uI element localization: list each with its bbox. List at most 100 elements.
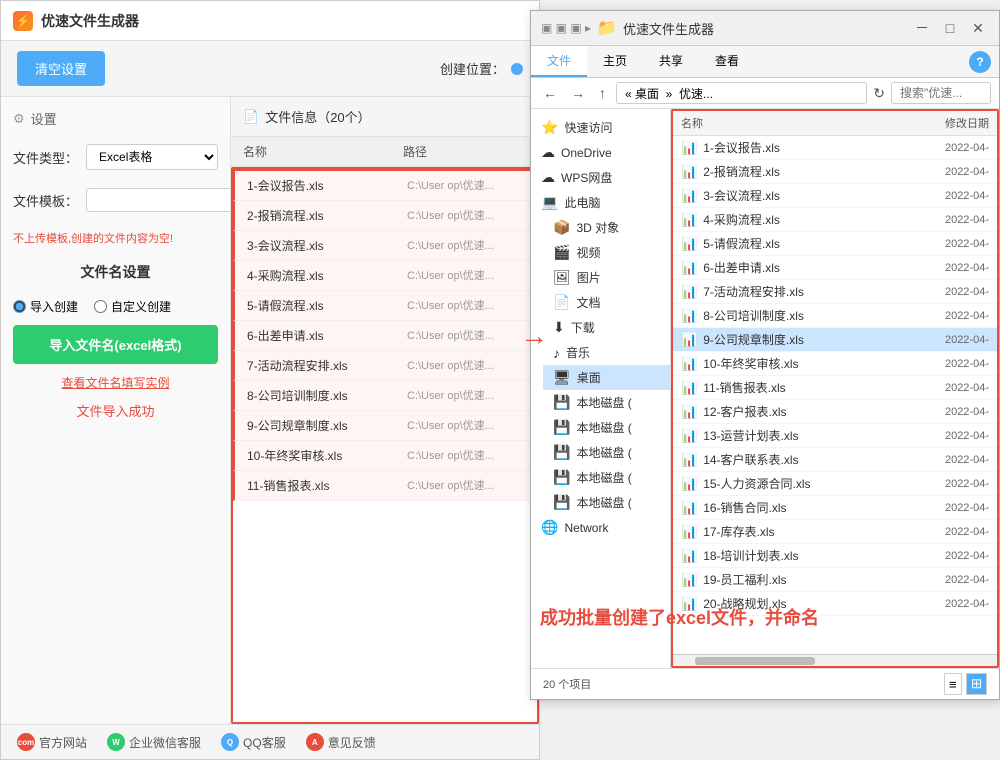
sidebar-item-音乐[interactable]: ♪音乐 [543,340,670,365]
up-button[interactable]: ↑ [595,83,610,103]
sidebar-item-本地磁盘 ([interactable]: 💾本地磁盘 ( [543,440,670,465]
explorer-file-row[interactable]: 📊11-销售报表.xls2022-04- [673,376,997,400]
explorer-file-row[interactable]: 📊7-活动流程安排.xls2022-04- [673,280,997,304]
minimize-button[interactable]: － [911,17,933,39]
custom-create-radio[interactable] [94,300,107,313]
create-location-radio[interactable] [511,63,523,75]
sidebar-item-label: WPS网盘 [561,169,612,186]
sidebar-item-下载[interactable]: ⬇下载 [543,315,670,340]
sidebar-item-本地磁盘 ([interactable]: 💾本地磁盘 ( [543,415,670,440]
bottom-link-企业微信客服[interactable]: W企业微信客服 [107,733,201,751]
sidebar-item-快速访问[interactable]: ⭐快速访问 [531,115,670,140]
explorer-file-row[interactable]: 📊8-公司培训制度.xls2022-04- [673,304,997,328]
explorer-file-row[interactable]: 📊9-公司规章制度.xls2022-04- [673,328,997,352]
file-list-item[interactable]: 7-活动流程安排.xlsC:\User op\优速... [233,351,537,381]
explorer-file-row[interactable]: 📊1-会议报告.xls2022-04- [673,136,997,160]
explorer-file-row[interactable]: 📊12-客户报表.xls2022-04- [673,400,997,424]
explorer-file-row[interactable]: 📊15-人力资源合同.xls2022-04- [673,472,997,496]
file-name: 9-公司规章制度.xls [247,417,407,434]
explorer-file-row[interactable]: 📊14-客户联系表.xls2022-04- [673,448,997,472]
clear-settings-button[interactable]: 清空设置 [17,51,105,86]
sidebar-item-WPS网盘[interactable]: ☁WPS网盘 [531,165,670,190]
sidebar-item-此电脑[interactable]: 💻此电脑 [531,190,670,215]
custom-create-radio-label[interactable]: 自定义创建 [94,298,171,315]
file-template-input[interactable]: excel模板.xls [86,188,231,212]
forward-button[interactable]: → [567,83,589,103]
file-path: C:\User op\优速... [407,417,523,434]
explorer-file-row[interactable]: 📊18-培训计划表.xls2022-04- [673,544,997,568]
scrollbar-thumb[interactable] [695,657,815,665]
file-list-item[interactable]: 11-销售报表.xlsC:\User op\优速... [233,471,537,501]
horizontal-scrollbar[interactable] [673,654,997,666]
bottom-link-label: 企业微信客服 [129,734,201,751]
tab-file[interactable]: 文件 [531,46,587,77]
file-list-item[interactable]: 5-请假流程.xlsC:\User op\优速... [233,291,537,321]
files-header: 名称 修改日期 [673,111,997,136]
explorer-file-row[interactable]: 📊16-销售合同.xls2022-04- [673,496,997,520]
file-list-item[interactable]: 9-公司规章制度.xlsC:\User op\优速... [233,411,537,441]
restore-button[interactable]: □ [939,17,961,39]
explorer-file-row[interactable]: 📊17-库存表.xls2022-04- [673,520,997,544]
sidebar-item-文档[interactable]: 📄文档 [543,290,670,315]
import-create-radio[interactable] [13,300,26,313]
explorer-file-row[interactable]: 📊5-请假流程.xls2022-04- [673,232,997,256]
sidebar-item-本地磁盘 ([interactable]: 💾本地磁盘 ( [543,465,670,490]
excel-file-icon: 📊 [681,524,697,540]
excel-file-icon: 📊 [681,404,697,420]
bottom-link-意见反馈[interactable]: A意见反馈 [306,733,376,751]
bottom-link-QQ客服[interactable]: QQQ客服 [221,733,286,751]
explorer-file-date: 2022-04- [909,214,989,226]
file-list-item[interactable]: 3-会议流程.xlsC:\User op\优速... [233,231,537,261]
file-type-select[interactable]: Excel表格 [86,144,218,170]
file-list-item[interactable]: 2-报销流程.xlsC:\User op\优速... [233,201,537,231]
file-path: C:\User op\优速... [407,267,523,284]
sidebar-item-Network[interactable]: 🌐Network [531,515,670,540]
sidebar-item-本地磁盘 ([interactable]: 💾本地磁盘 ( [543,490,670,515]
file-list-item[interactable]: 10-年终奖审核.xlsC:\User op\优速... [233,441,537,471]
explorer-file-row[interactable]: 📊2-报销流程.xls2022-04- [673,160,997,184]
sidebar-item-label: Network [564,521,608,535]
file-path: C:\User op\优速... [407,477,523,494]
explorer-file-date: 2022-04- [909,550,989,562]
main-content: ⚙ 设置 文件类型： Excel表格 文件模板： excel模板.xls 🗑 不… [1,97,539,724]
excel-file-icon: 📊 [681,308,697,324]
file-list-item[interactable]: 8-公司培训制度.xlsC:\User op\优速... [233,381,537,411]
sidebar-item-图片[interactable]: 🖼图片 [543,265,670,290]
explorer-file-row[interactable]: 📊10-年终奖审核.xls2022-04- [673,352,997,376]
sidebar-item-桌面[interactable]: 🖥桌面 [543,365,670,390]
refresh-button[interactable]: ↻ [873,85,885,102]
grid-view-button[interactable]: ⊞ [966,673,987,695]
filename-section-title: 文件名设置 [13,262,218,282]
excel-file-icon: 📊 [681,260,697,276]
tab-share[interactable]: 共享 [643,46,699,77]
file-list-item[interactable]: 6-出差申请.xlsC:\User op\优速... [233,321,537,351]
file-list-item[interactable]: 1-会议报告.xlsC:\User op\优速... [233,169,537,201]
success-overlay-text: 成功批量创建了excel文件，并命名 [540,604,819,630]
sidebar-item-本地磁盘 ([interactable]: 💾本地磁盘 ( [543,390,670,415]
sidebar-item-OneDrive[interactable]: ☁OneDrive [531,140,670,165]
explorer-file-row[interactable]: 📊3-会议流程.xls2022-04- [673,184,997,208]
import-create-radio-label[interactable]: 导入创建 [13,298,78,315]
help-button[interactable]: ? [969,51,991,73]
file-list-item[interactable]: 4-采购流程.xlsC:\User op\优速... [233,261,537,291]
sidebar-item-视频[interactable]: 🎬视频 [543,240,670,265]
list-view-button[interactable]: ≡ [944,673,962,695]
tab-view[interactable]: 查看 [699,46,755,77]
explorer-file-row[interactable]: 📊6-出差申请.xls2022-04- [673,256,997,280]
explorer-file-row[interactable]: 📊4-采购流程.xls2022-04- [673,208,997,232]
view-example-link[interactable]: 查看文件名填写实例 [13,374,218,391]
explorer-file-row[interactable]: 📊19-员工福利.xls2022-04- [673,568,997,592]
explorer-titlebar: ▣ ▣ ▣ ▸ 📁 优速文件生成器 － □ ✕ [531,11,999,46]
close-button[interactable]: ✕ [967,17,989,39]
search-input[interactable] [891,82,991,104]
app-title: 优速文件生成器 [41,11,139,31]
file-name: 8-公司培训制度.xls [247,387,407,404]
sidebar-item-3D 对象[interactable]: 📦3D 对象 [543,215,670,240]
bottom-link-官方网站[interactable]: com官方网站 [17,733,87,751]
tab-home[interactable]: 主页 [587,46,643,77]
explorer-file-name: 8-公司培训制度.xls [703,307,903,324]
back-button[interactable]: ← [539,83,561,103]
address-field[interactable] [616,82,867,104]
explorer-file-row[interactable]: 📊13-运营计划表.xls2022-04- [673,424,997,448]
import-filename-button[interactable]: 导入文件名(excel格式) [13,325,218,364]
